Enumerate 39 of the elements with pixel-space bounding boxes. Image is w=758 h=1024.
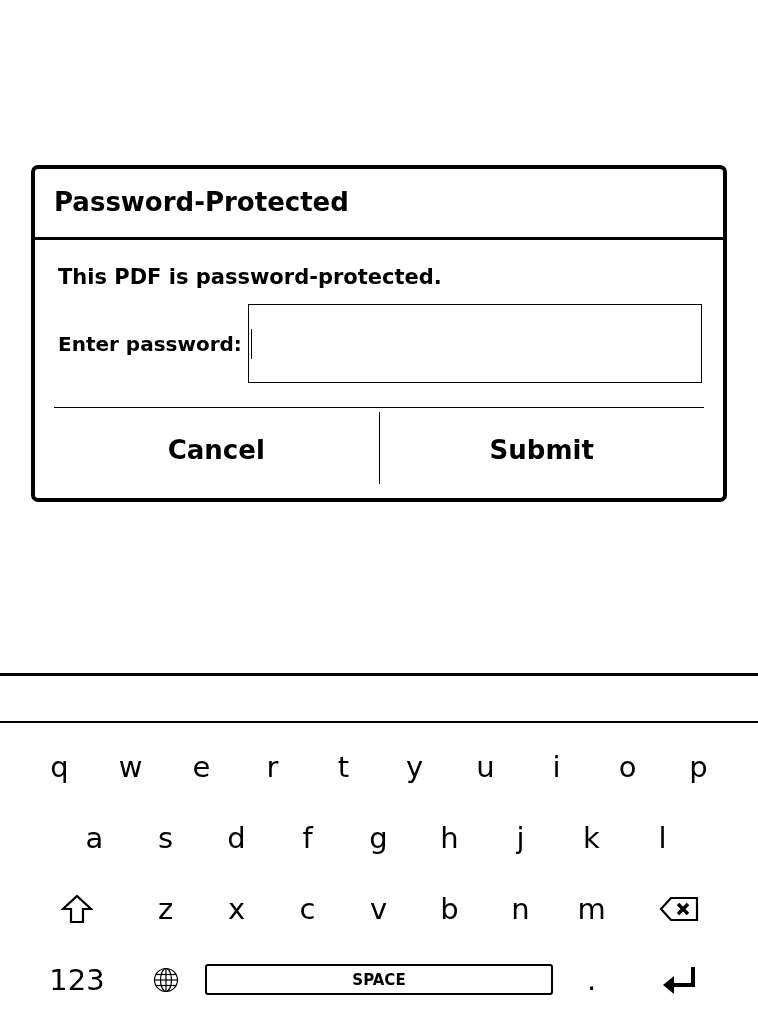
letter-key[interactable]: d [227, 819, 246, 856]
letter-key[interactable]: z [157, 890, 174, 927]
letter-key[interactable]: p [689, 748, 708, 785]
letter-key[interactable]: b [440, 890, 459, 927]
submit-button[interactable]: Submit [379, 408, 704, 484]
letter-key[interactable]: y [405, 748, 424, 785]
password-field[interactable] [247, 304, 702, 383]
field-label: Enter password: [58, 331, 242, 356]
letter-key[interactable]: e [192, 748, 211, 785]
letter-key[interactable]: s [157, 819, 174, 856]
letter-key[interactable]: . [586, 961, 597, 998]
dialog-title: Password-Protected [35, 169, 723, 240]
backspace-icon[interactable] [659, 895, 699, 922]
letter-key[interactable]: i [552, 748, 561, 785]
letter-key[interactable]: n [511, 890, 530, 927]
letter-key[interactable]: k [583, 819, 600, 856]
letter-key[interactable]: c [299, 890, 316, 927]
letter-key[interactable]: x [227, 890, 246, 927]
letter-key[interactable]: r [266, 748, 279, 785]
letter-key[interactable]: l [658, 819, 667, 856]
cancel-button[interactable]: Cancel [54, 408, 379, 484]
letter-key[interactable]: o [618, 748, 637, 785]
shift-icon[interactable] [61, 893, 93, 924]
letter-key[interactable]: q [50, 748, 69, 785]
enter-icon[interactable] [661, 964, 697, 995]
dialog-message: This PDF is password-protected. [58, 264, 443, 291]
numbers-key[interactable]: 123 [49, 961, 105, 998]
letter-key[interactable]: m [577, 890, 606, 927]
space-key[interactable]: SPACE [205, 964, 553, 995]
letter-key[interactable]: g [369, 819, 388, 856]
letter-key[interactable]: v [369, 890, 388, 927]
letter-key[interactable]: t [337, 748, 350, 785]
letter-key[interactable]: h [440, 819, 459, 856]
globe-icon[interactable] [152, 966, 179, 993]
letter-key[interactable]: f [302, 819, 313, 856]
letter-key[interactable]: a [85, 819, 104, 856]
letter-key[interactable]: u [476, 748, 495, 785]
letter-key[interactable]: j [516, 819, 525, 856]
letter-key[interactable]: w [118, 748, 143, 785]
